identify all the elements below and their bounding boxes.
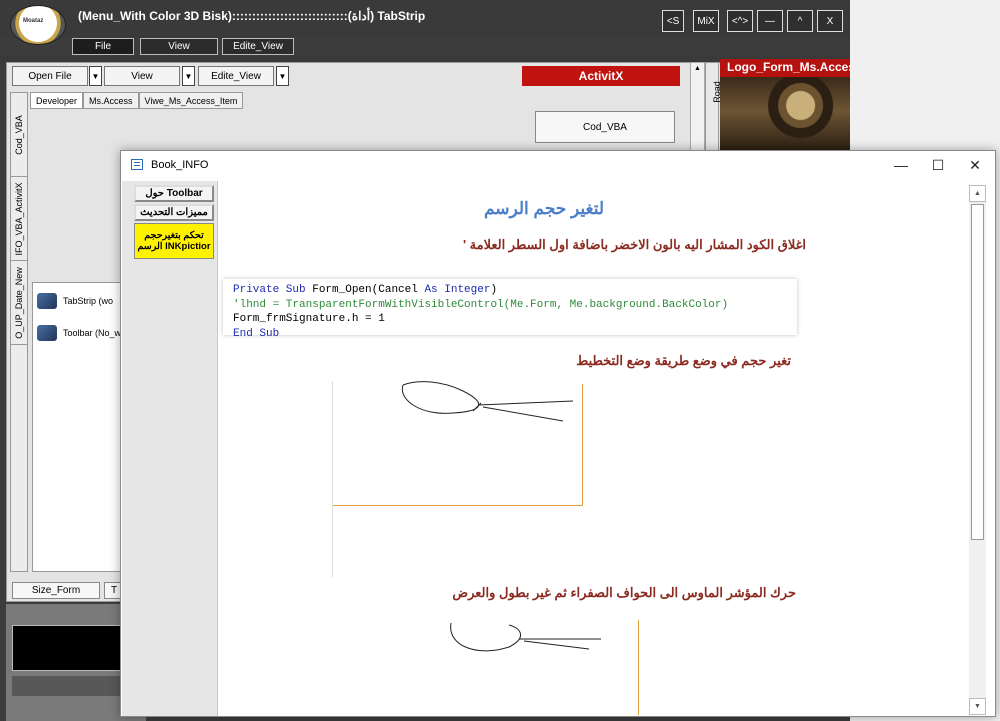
dropdown-arrow-icon[interactable]: ▼ [276,66,289,86]
book-content: لتغير حجم الرسم اغلاق الكود المشار اليه … [219,185,966,715]
close-button[interactable]: ✕ [960,155,990,175]
code-line-2: 'lhnd = TransparentFormWithVisibleContro… [233,298,729,311]
vtab-cod-vba[interactable]: Cod_VBA [11,93,27,177]
dropdown-arrow-icon[interactable]: ▼ [89,66,102,86]
edite-view-combo[interactable]: Edite_View [198,66,274,86]
main-title-bar: Moataz (Menu_With Color 3D Bisk)::::::::… [0,0,850,45]
instruction-line-3: حرك المؤشر الماوس الى الحواف الصفراء ثم … [452,585,796,600]
book-info-window: Book_INFO — ☐ ✕ حول Toolbar مميزات التحد… [120,150,996,717]
vtab-info-vba-activitx[interactable]: IFO_VBA_ActivitX [11,177,27,261]
drawing-screenshot-1 [323,381,696,577]
code-block: Private Sub Form_Open(Cancel As Integer)… [223,279,797,340]
title-button-s[interactable]: <S [662,10,684,32]
toolbar-about-button[interactable]: حول Toolbar [134,185,214,202]
drawing-screenshot-2 [379,617,647,715]
size-form-button[interactable]: Size_Form [12,582,100,599]
window-icon [131,159,143,170]
restore-button[interactable]: ^ [787,10,813,32]
tab-developer[interactable]: Developer [30,92,84,109]
book-title: Book_INFO [151,159,209,171]
book-sidebar: حول Toolbar مميزات التحديث تحكم بتغيرحجم… [122,181,218,716]
clock-logo-image [720,77,850,152]
title-button-caret[interactable]: <^> [727,10,753,32]
minimize-button[interactable]: — [757,10,783,32]
menu-tab-file[interactable]: File [72,38,134,55]
app-logo: Moataz [10,5,66,45]
code-line-3: Form_frmSignature.h = 1 [233,313,385,325]
mini-scrollbar[interactable]: ▲ [690,62,705,152]
ink-resize-button[interactable]: تحكم بتغيرحجم الرسم INKpictior [134,223,214,259]
tabstrip-icon [37,293,57,309]
title-button-mix[interactable]: MiX [693,10,719,32]
content-heading: لتغير حجم الرسم [483,199,605,218]
ink-drawing [450,622,601,652]
menu-tab-view[interactable]: View [140,38,218,55]
minimize-button[interactable]: — [886,155,916,175]
view-combo[interactable]: View [104,66,180,86]
ink-drawing [401,381,574,422]
inner-tabstrip: Developer Ms.Access Viwe_Ms_Access_Item [30,92,244,109]
dropdown-arrow-icon[interactable]: ▼ [182,66,195,86]
close-button[interactable]: X [817,10,843,32]
main-title: (Menu_With Color 3D Bisk):::::::::::::::… [78,9,426,23]
road-tab[interactable]: Road [705,62,722,152]
scroll-down-icon[interactable]: ▼ [969,698,986,715]
book-scrollbar[interactable]: ▲ ▼ [969,185,986,715]
logo-form-header: Logo_Form_Ms.Access [720,59,850,77]
scroll-thumb[interactable] [971,204,984,540]
item-list: TabStrip (wo Toolbar (No_w [32,282,122,572]
tab-viwe-ms-access-item[interactable]: Viwe_Ms_Access_Item [138,92,244,109]
book-title-bar: Book_INFO — ☐ ✕ [121,151,995,181]
menu-tab-edite-view[interactable]: Edite_View [222,38,294,55]
instruction-line-2: تغير حجم في وضع طريقة وضع التخطيط [576,353,791,368]
toolbar-icon [37,325,57,341]
list-item[interactable]: TabStrip (wo [37,291,113,311]
instruction-line-1: اغلاق الكود المشار اليه بالون الاخضر باض… [462,237,806,252]
vtab-up-date-new[interactable]: O_UP_Date_New [11,261,27,345]
maximize-button[interactable]: ☐ [923,155,953,175]
cod-vba-button[interactable]: Cod_VBA [535,111,675,143]
code-line-4: End Sub [233,327,280,340]
list-item[interactable]: Toolbar (No_w [37,323,121,343]
scroll-up-icon[interactable]: ▲ [694,65,701,72]
tab-ms-access[interactable]: Ms.Access [83,92,139,109]
activitx-button[interactable]: ActivitX [522,66,680,86]
left-vertical-tabs: Cod_VBA IFO_VBA_ActivitX O_UP_Date_New [10,92,28,572]
scroll-up-icon[interactable]: ▲ [969,185,986,202]
code-line-1: Private Sub Form_Open(Cancel As Integer) [233,284,498,296]
open-file-combo[interactable]: Open File [12,66,88,86]
update-features-button[interactable]: مميزات التحديث [134,204,214,221]
